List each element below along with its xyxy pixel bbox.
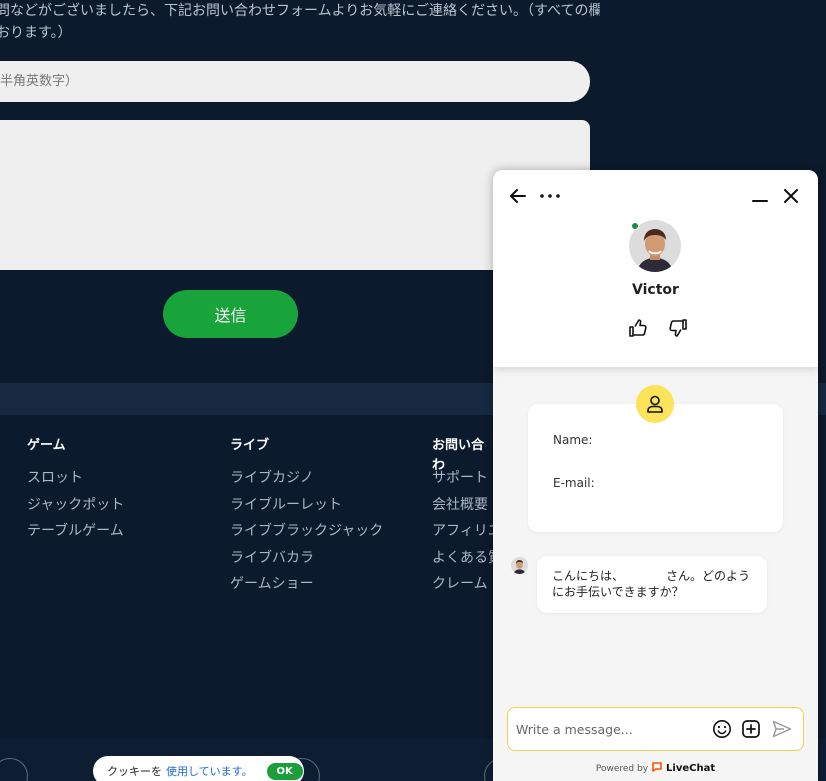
footer-link-company[interactable]: 会社概要 bbox=[432, 492, 494, 519]
livechat-widget: Victor Name: E-mail: こんにちは、 さん。どのようにお手伝い… bbox=[493, 170, 818, 781]
thumbs-up-icon[interactable] bbox=[627, 317, 649, 339]
thumbs-down-icon[interactable] bbox=[667, 317, 689, 339]
powered-by-text: Powered by bbox=[595, 763, 649, 774]
footer-link-jackpot[interactable]: ジャックポット bbox=[27, 492, 124, 519]
email-input[interactable] bbox=[0, 61, 590, 102]
footer-link-table-games[interactable]: テーブルゲーム bbox=[27, 518, 124, 545]
more-options-icon[interactable] bbox=[539, 185, 561, 207]
contact-intro: 問などがございましたら、下記お問い合わせフォームよりお気軽にご連絡ください。（す… bbox=[0, 0, 600, 44]
livechat-brand[interactable]: LiveChat bbox=[666, 763, 715, 774]
footer-link-complaints[interactable]: クレーム bbox=[432, 571, 494, 598]
footer-column-games: ゲーム スロット ジャックポット テーブルゲーム bbox=[27, 436, 124, 545]
footer-link-game-show[interactable]: ゲームショー bbox=[230, 571, 383, 598]
cookie-policy-link[interactable]: 使用しています。 bbox=[166, 763, 253, 779]
footer-heading: ライブ bbox=[230, 438, 270, 453]
footer-heading: お問い合わ bbox=[432, 438, 485, 473]
powered-by: Powered by LiveChat bbox=[493, 762, 818, 775]
footer-column-contact: お問い合わ サポート 会社概要 アフィリエ よくある質 クレーム bbox=[432, 436, 494, 598]
footer-heading: ゲーム bbox=[27, 438, 66, 453]
footer-link-faq[interactable]: よくある質 bbox=[432, 545, 494, 572]
footer-column-live: ライブ ライブカジノ ライブルーレット ライブブラックジャック ライブバカラ ゲ… bbox=[230, 436, 383, 598]
footer-link-live-casino[interactable]: ライブカジノ bbox=[230, 465, 383, 492]
close-icon[interactable] bbox=[780, 185, 802, 207]
agent-avatar-wrap bbox=[629, 220, 681, 272]
online-status-indicator bbox=[631, 222, 639, 230]
agent-name: Victor bbox=[632, 282, 679, 298]
user-form-icon bbox=[636, 385, 674, 423]
cookie-ok-button[interactable]: OK bbox=[266, 762, 303, 780]
livechat-logo-icon bbox=[652, 762, 662, 775]
footer-link-support[interactable]: サポート bbox=[432, 465, 494, 492]
agent-avatar-small bbox=[511, 557, 528, 574]
intro-line-2: おります。） bbox=[0, 25, 72, 41]
minimize-icon[interactable] bbox=[749, 185, 771, 207]
cookie-text: クッキーを bbox=[107, 765, 162, 778]
emoji-icon[interactable] bbox=[711, 718, 733, 740]
message-input[interactable] bbox=[516, 718, 701, 740]
footer-link-slots[interactable]: スロット bbox=[27, 465, 124, 492]
footer-link-live-baccarat[interactable]: ライブバカラ bbox=[230, 545, 383, 572]
message-composer bbox=[507, 707, 804, 751]
send-icon[interactable] bbox=[770, 718, 794, 740]
prechat-form-card: Name: E-mail: bbox=[528, 404, 783, 532]
email-label: E-mail: bbox=[553, 476, 595, 490]
chat-header: Victor bbox=[493, 170, 818, 367]
footer-link-live-roulette[interactable]: ライブルーレット bbox=[230, 492, 383, 519]
intro-line-1: 問などがございましたら、下記お問い合わせフォームよりお気軽にご連絡ください。（す… bbox=[0, 3, 600, 19]
back-arrow-icon[interactable] bbox=[507, 185, 529, 207]
footer-link-affiliate[interactable]: アフィリエ bbox=[432, 518, 494, 545]
submit-button[interactable]: 送信 bbox=[163, 290, 298, 338]
attach-plus-icon[interactable] bbox=[740, 718, 762, 740]
name-label: Name: bbox=[553, 433, 593, 447]
cookie-banner: クッキーを 使用しています。 OK bbox=[93, 756, 304, 781]
agent-message-bubble: こんにちは、 さん。どのようにお手伝いできますか？ bbox=[537, 556, 767, 613]
footer-link-live-blackjack[interactable]: ライブブラックジャック bbox=[230, 518, 383, 545]
